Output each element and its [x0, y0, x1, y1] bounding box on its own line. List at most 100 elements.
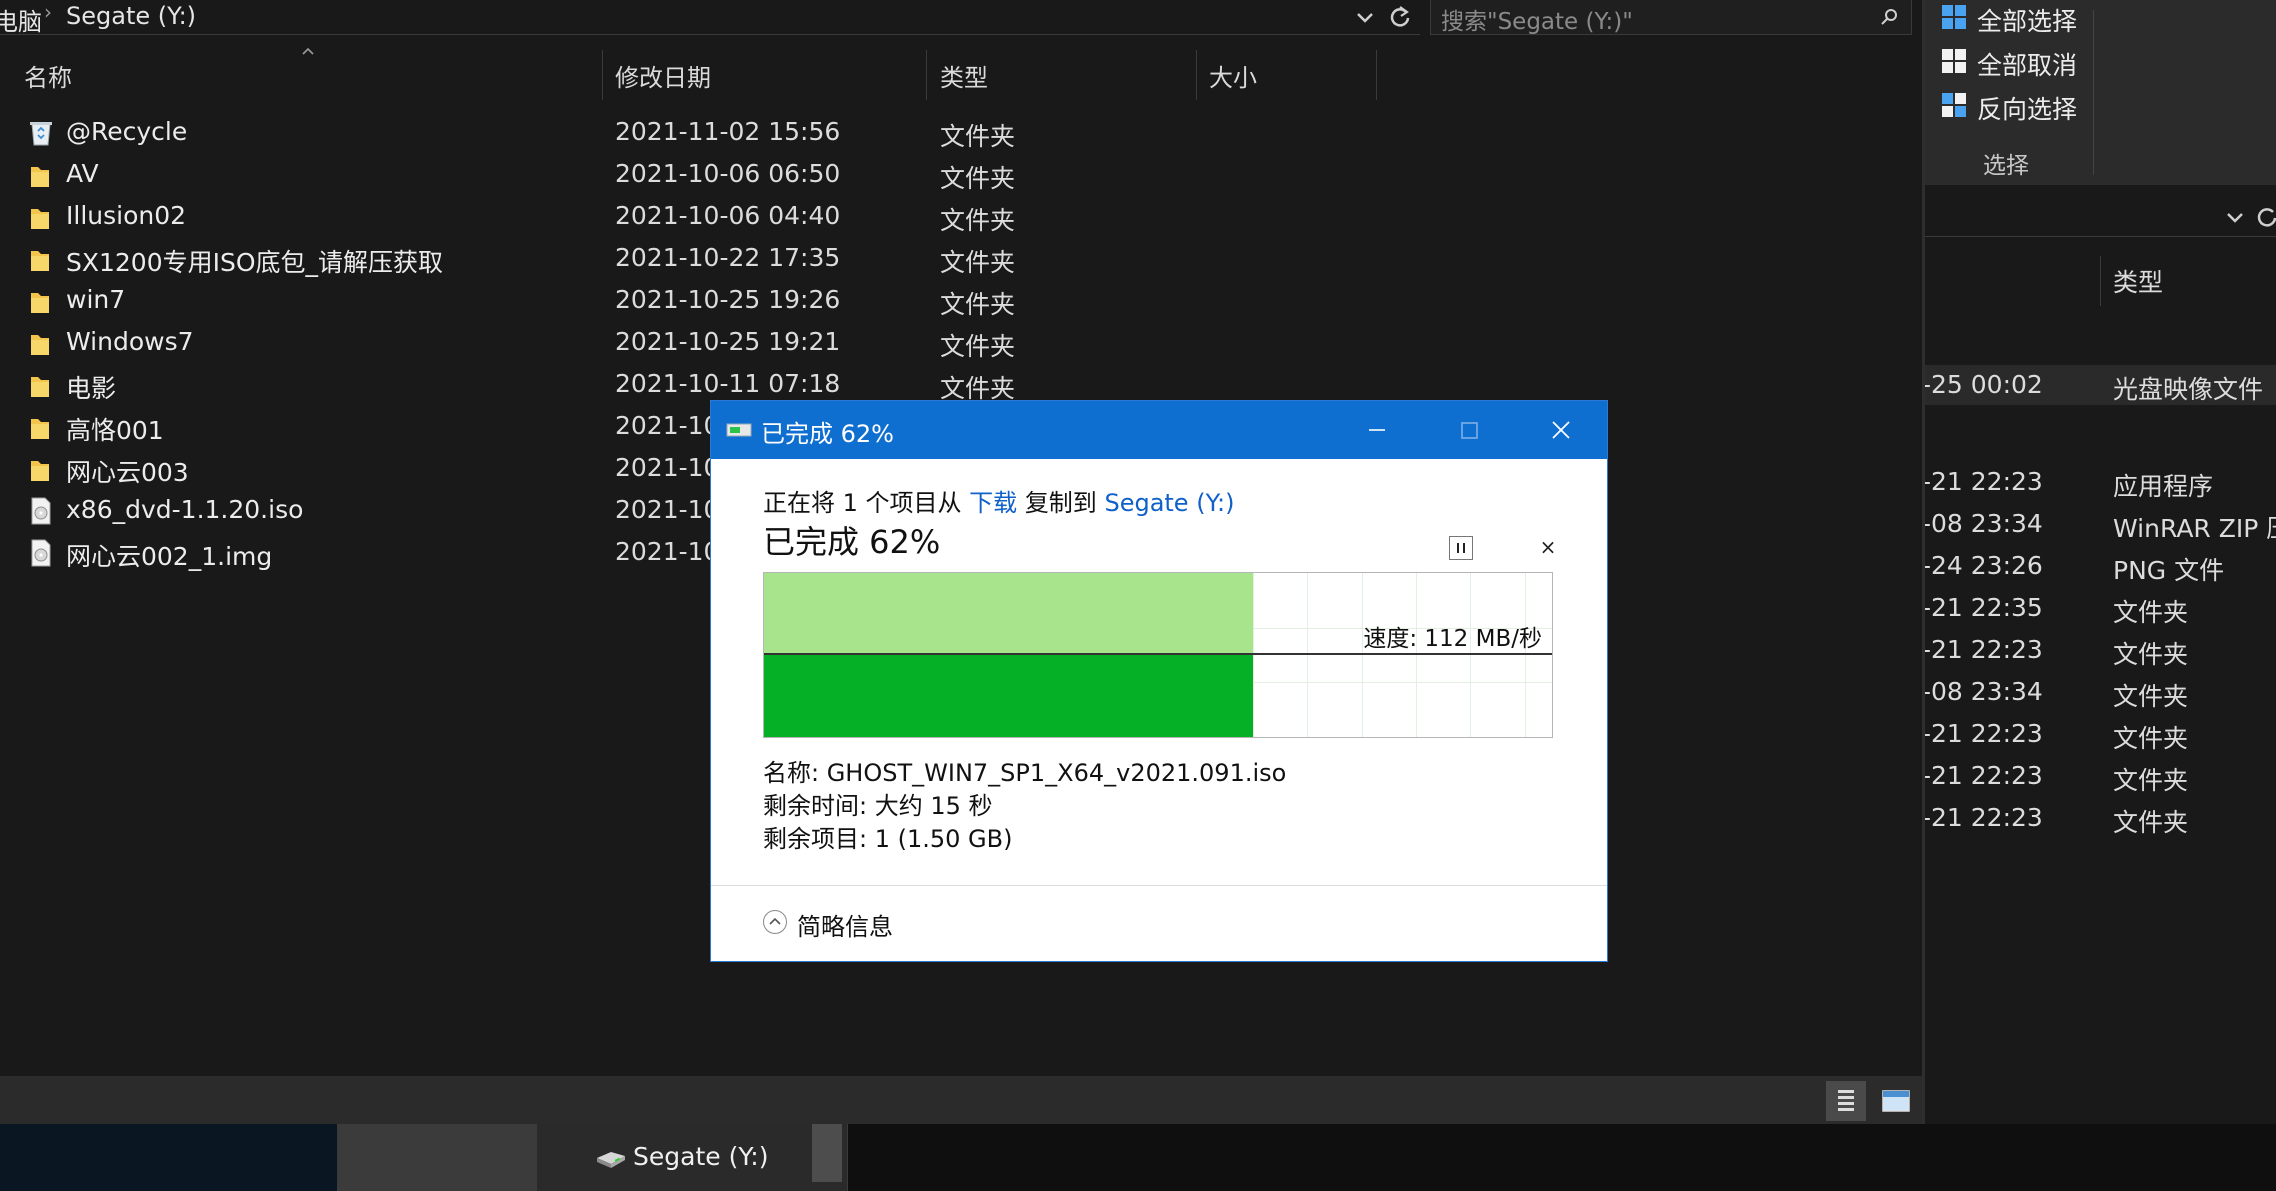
file-date: 2021-11-02 15:56 — [615, 117, 841, 146]
file-type: PNG 文件 — [2113, 556, 2225, 585]
graph-grid-line — [1416, 573, 1417, 737]
file-date: -21 22:23 — [1922, 761, 2043, 790]
pause-button[interactable] — [1449, 536, 1473, 560]
file-date: 2021-10 — [615, 495, 720, 524]
folder-icon — [31, 335, 49, 355]
file-row[interactable]: win7 2021-10-25 19:26 文件夹 — [0, 281, 1900, 323]
column-header-name[interactable]: 名称 — [24, 58, 72, 93]
cancel-copy-button[interactable]: × — [1537, 536, 1559, 558]
file-type: 光盘映像文件 — [2113, 375, 2264, 404]
chevron-down-icon[interactable] — [2225, 208, 2245, 228]
folder-icon — [31, 209, 49, 229]
breadcrumb-parent[interactable]: 电脑 — [0, 2, 42, 37]
file-type: 文件夹 — [940, 248, 1016, 277]
copy-drive-icon — [726, 423, 752, 437]
taskbar-scroll-handle[interactable] — [812, 1124, 842, 1182]
file-type: 文件夹 — [2113, 640, 2189, 669]
close-icon — [1552, 421, 1570, 439]
dialog-title-bar[interactable]: 已完成 62% — [711, 401, 1607, 459]
column-header-size[interactable]: 大小 — [1209, 58, 1257, 93]
chevron-up-icon — [769, 917, 781, 925]
file-name: x86_dvd-1.1.20.iso — [66, 495, 304, 524]
graph-grid-line — [1470, 573, 1471, 737]
sort-up-icon — [302, 47, 314, 55]
recycle-bin-icon — [30, 122, 52, 146]
destination-link[interactable]: Segate (Y:) — [1104, 489, 1234, 517]
folder-icon — [31, 167, 49, 187]
file-date: -08 23:34 — [1922, 509, 2043, 538]
search-icon[interactable] — [1880, 7, 1900, 27]
maximize-icon — [1461, 422, 1478, 439]
large-icons-view-button[interactable] — [1876, 1081, 1916, 1121]
file-row[interactable]: Windows7 2021-10-25 19:21 文件夹 — [0, 323, 1900, 365]
address-bar[interactable]: 电脑 › Segate (Y:) — [0, 0, 1420, 37]
file-type: 文件夹 — [940, 122, 1016, 151]
file-name: 电影 — [66, 374, 117, 403]
file-name: Windows7 — [66, 327, 194, 356]
graph-grid-line — [1362, 573, 1363, 737]
column-divider[interactable] — [926, 50, 927, 100]
file-row[interactable]: AV 2021-10-06 06:50 文件夹 — [0, 155, 1900, 197]
file-date: 2021-10-11 07:18 — [615, 369, 841, 398]
file-date: -21 22:23 — [1922, 719, 2043, 748]
copy-progress-dialog: 已完成 62% 正在将 1 个项目从 下载 复制到 Segate (Y:) 已完… — [710, 400, 1608, 962]
search-input[interactable]: 搜索"Segate (Y:)" — [1430, 0, 1912, 35]
taskbar-item-segate[interactable]: Segate (Y:) — [537, 1124, 847, 1191]
column-header-type[interactable]: 类型 — [940, 58, 988, 93]
refresh-icon[interactable] — [1388, 4, 1412, 30]
refresh-icon[interactable] — [2255, 204, 2276, 230]
folder-icon — [31, 377, 49, 397]
disc-image-icon — [31, 497, 51, 525]
file-row[interactable]: Illusion02 2021-10-06 04:40 文件夹 — [0, 197, 1900, 239]
file-name: Illusion02 — [66, 201, 187, 230]
column-header-type[interactable]: 类型 — [2113, 263, 2163, 299]
column-divider[interactable] — [1376, 50, 1377, 100]
file-date: -21 22:23 — [1922, 467, 2043, 496]
file-row[interactable]: @Recycle 2021-11-02 15:56 文件夹 — [0, 113, 1900, 155]
column-divider[interactable] — [2100, 256, 2101, 306]
progress-fill-dark — [764, 655, 1253, 737]
items-remaining-line: 剩余项目: 1 (1.50 GB) — [763, 825, 1013, 853]
close-button[interactable] — [1515, 401, 1607, 459]
file-date: -08 23:34 — [1922, 677, 2043, 706]
file-row[interactable]: SX1200专用ISO底包_请解压获取 2021-10-22 17:35 文件夹 — [0, 239, 1900, 281]
percent-complete: 已完成 62% — [763, 523, 941, 561]
invert-selection-icon — [1942, 93, 1966, 117]
invert-selection-button[interactable]: 反向选择 — [1977, 90, 2077, 126]
file-name: win7 — [66, 285, 126, 314]
file-date: 2021-10 — [615, 537, 720, 566]
file-type: 应用程序 — [2113, 472, 2214, 501]
select-all-icon — [1942, 5, 1966, 29]
minimize-button[interactable] — [1331, 401, 1423, 459]
details-view-icon — [1838, 1090, 1854, 1111]
graph-grid-line — [1307, 573, 1308, 737]
select-none-button[interactable]: 全部取消 — [1977, 46, 2077, 82]
fewer-details-button[interactable]: 简略信息 — [797, 907, 893, 942]
column-divider[interactable] — [602, 50, 603, 100]
copy-mid: 复制到 — [1024, 489, 1097, 517]
file-type: 文件夹 — [940, 290, 1016, 319]
chevron-down-icon[interactable] — [1355, 8, 1375, 28]
pause-icon — [1457, 543, 1465, 553]
minimize-icon — [1369, 429, 1385, 431]
column-divider[interactable] — [1196, 50, 1197, 100]
file-date: 2021-10 — [615, 453, 720, 482]
column-header-modified[interactable]: 修改日期 — [615, 58, 711, 93]
details-view-button[interactable] — [1826, 1081, 1866, 1121]
time-remaining-line: 剩余时间: 大约 15 秒 — [763, 792, 993, 820]
ribbon-divider — [2093, 10, 2094, 175]
second-address-bar[interactable] — [1925, 198, 2276, 237]
source-link[interactable]: 下载 — [969, 489, 1017, 517]
file-name: 网心云002_1.img — [66, 542, 273, 571]
file-date: 2021-10 — [615, 411, 720, 440]
file-type: 文件夹 — [2113, 682, 2189, 711]
file-date: -25 00:02 — [1922, 370, 2043, 399]
taskbar-divider — [847, 1124, 848, 1191]
collapse-details-icon[interactable] — [763, 910, 787, 934]
breadcrumb-current[interactable]: Segate (Y:) — [66, 2, 196, 30]
drive-icon — [597, 1152, 625, 1168]
file-type: 文件夹 — [940, 332, 1016, 361]
taskbar-region — [0, 1124, 337, 1191]
graph-grid-line — [1525, 573, 1526, 737]
select-all-button[interactable]: 全部选择 — [1977, 2, 2077, 38]
